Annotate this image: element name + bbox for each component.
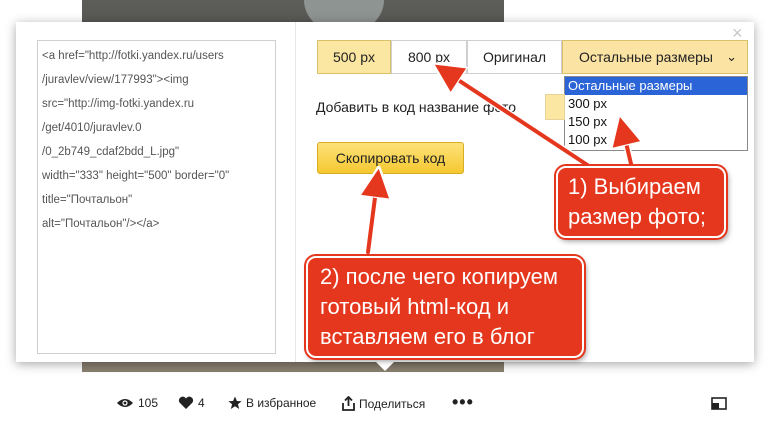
photo-toolbar: 105 4 В избранное Поделиться ••• <box>0 392 772 418</box>
code-line: /get/4010/juravlev.0 <box>42 122 142 134</box>
code-line: <a href="http://fotki.yandex.ru/users <box>42 50 224 62</box>
heart-icon <box>178 396 194 409</box>
size-original-button[interactable]: Оригинал <box>467 40 562 74</box>
size-800-button[interactable]: 800 px <box>391 40 467 74</box>
share-icon <box>342 396 355 411</box>
callout-line: размер фото; <box>568 204 707 229</box>
other-sizes-dropdown: Остальные размеры 300 px 150 px 100 px <box>564 76 748 151</box>
other-sizes-select[interactable]: Остальные размеры ⌄ <box>562 40 748 74</box>
code-line: title="Почтальон" <box>42 194 133 206</box>
other-sizes-label: Остальные размеры <box>579 49 713 65</box>
code-line: src="http://img-fotki.yandex.ru <box>42 98 195 110</box>
code-line: width="333" height="500" border="0" <box>42 170 230 182</box>
dropdown-option[interactable]: 150 px <box>565 113 747 131</box>
callout-line: 2) после чего копируем <box>320 264 559 289</box>
callout-line: 1) Выбираем <box>568 174 701 199</box>
views-count: 105 <box>138 396 159 410</box>
share-button[interactable]: Поделиться <box>342 396 425 411</box>
html-code-textarea[interactable]: <a href="http://fotki.yandex.ru/users /j… <box>37 40 276 354</box>
dropdown-option[interactable]: Остальные размеры <box>565 77 747 95</box>
popup-tail <box>376 362 394 371</box>
copy-code-button[interactable]: Скопировать код <box>317 142 464 174</box>
callout-line: готовый html-код и <box>320 294 510 319</box>
callout-step-2: 2) после чего копируем готовый html-код … <box>306 256 584 358</box>
code-line: /0_2b749_cdaf2bdd_L.jpg" <box>42 146 180 158</box>
dropdown-option[interactable]: 100 px <box>565 131 747 149</box>
chevron-down-icon: ⌄ <box>726 49 737 64</box>
eye-icon <box>117 399 133 407</box>
callout-line: вставляем его в блог <box>320 324 535 349</box>
favorite-button[interactable]: В избранное <box>228 396 316 410</box>
size-500-button[interactable]: 500 px <box>317 40 391 74</box>
expand-icon <box>711 397 727 410</box>
likes-count: 4 <box>198 396 205 410</box>
views-counter: 105 <box>116 396 158 410</box>
dropdown-option[interactable]: 300 px <box>565 95 747 113</box>
like-button[interactable]: 4 <box>178 396 205 410</box>
code-line: alt="Почтальон"/></a> <box>42 218 160 230</box>
more-button[interactable]: ••• <box>452 392 474 413</box>
callout-step-1: 1) Выбираем размер фото; <box>556 166 726 238</box>
expand-button[interactable] <box>711 396 727 410</box>
star-icon <box>228 396 242 409</box>
add-title-checkbox[interactable] <box>545 94 565 120</box>
favorite-label: В избранное <box>246 396 317 410</box>
share-label: Поделиться <box>359 396 426 411</box>
code-line: /juravlev/view/177993"><img <box>42 74 189 86</box>
add-title-label: Добавить в код название фото <box>316 99 517 115</box>
